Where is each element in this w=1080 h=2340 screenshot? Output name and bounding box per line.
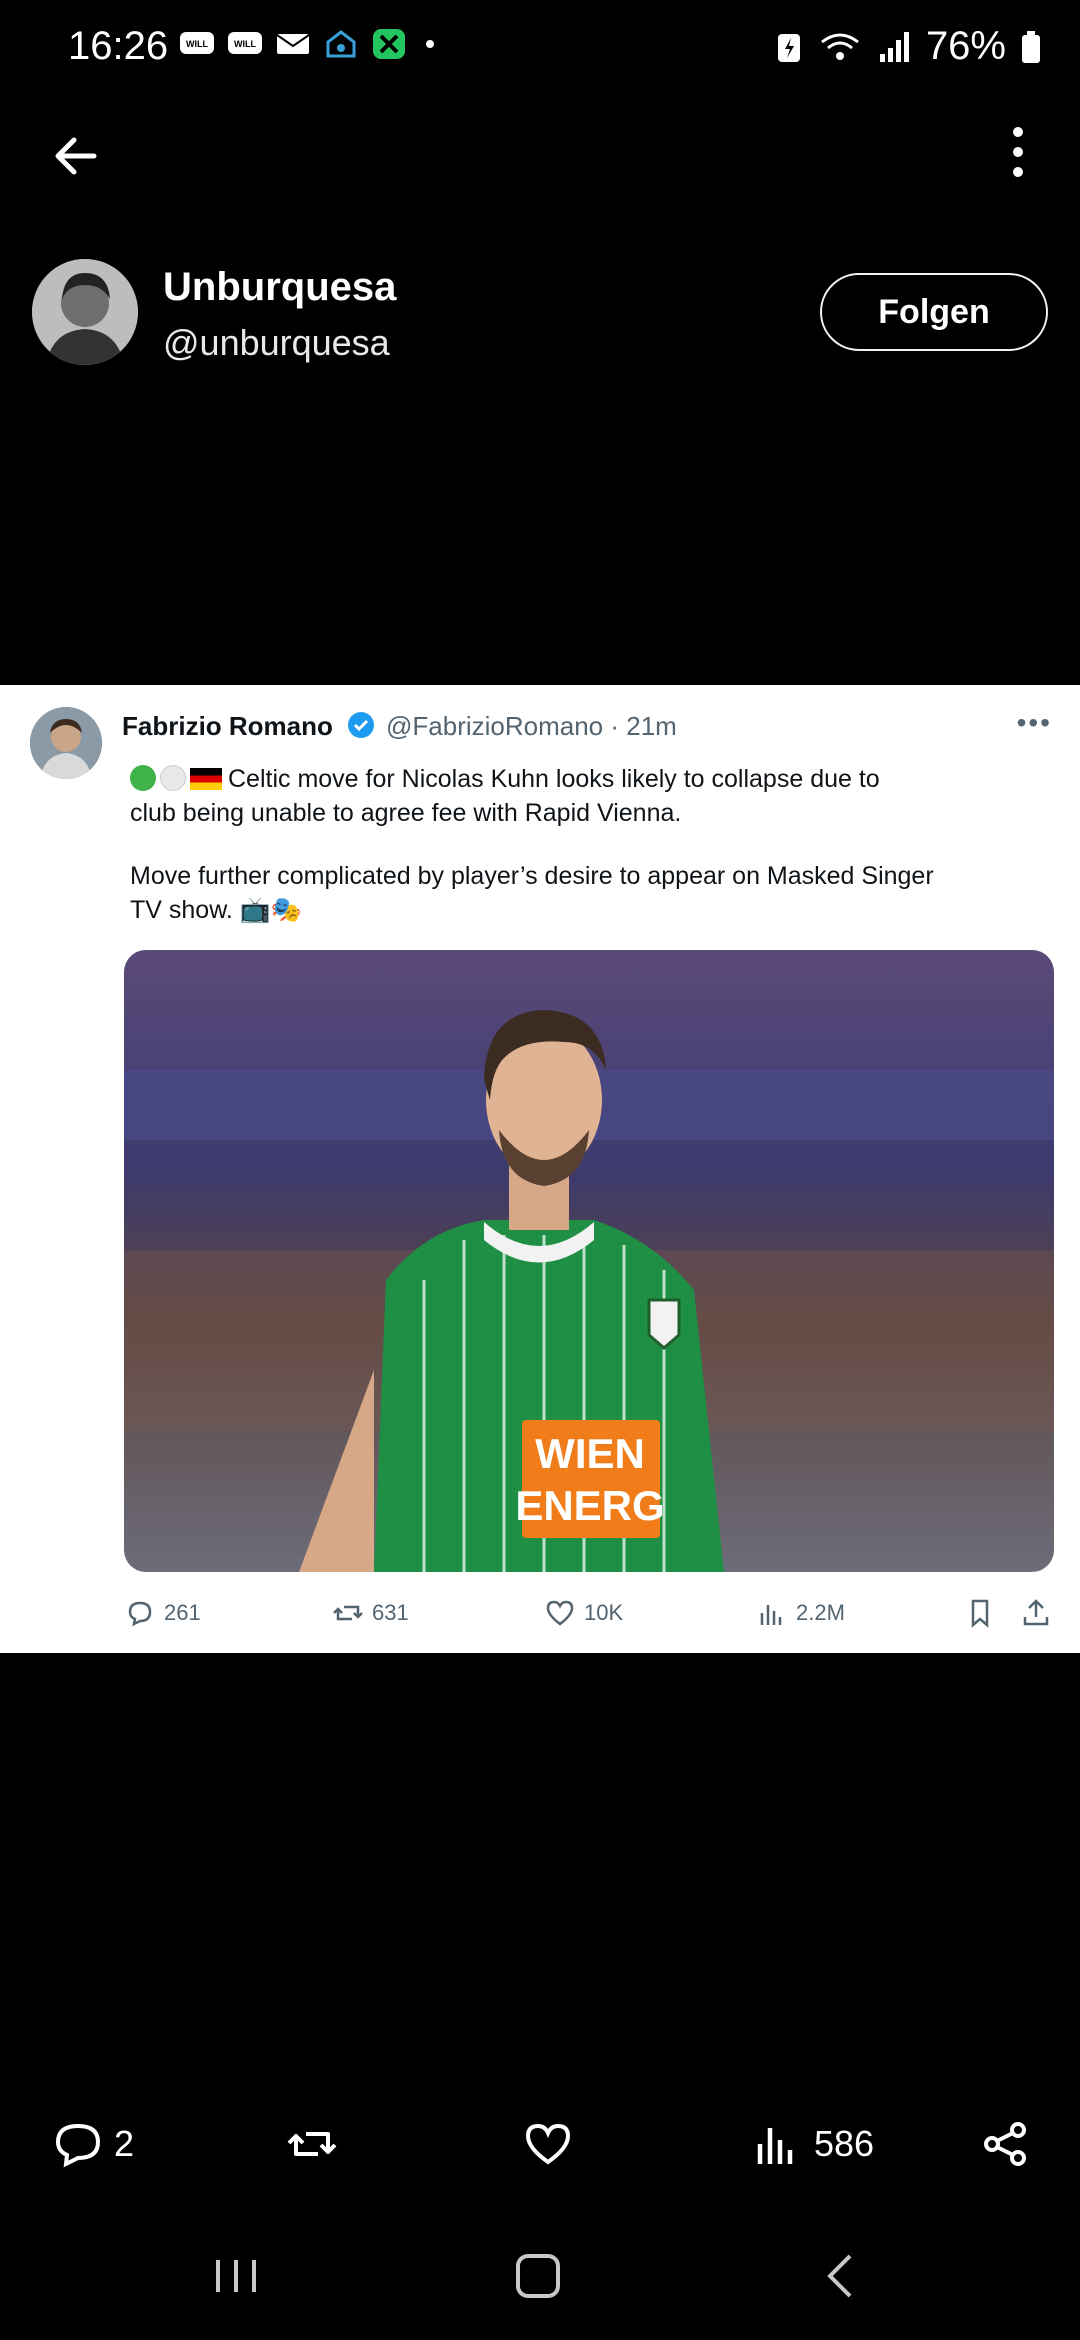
- avatar-image: [32, 259, 138, 365]
- home-app-icon: [326, 30, 356, 58]
- reply-icon: [55, 2123, 101, 2168]
- quoted-avatar: [30, 707, 102, 779]
- germany-flag-icon: [190, 768, 222, 790]
- views-count: 586: [814, 2123, 875, 2164]
- wifi-icon: [821, 33, 859, 60]
- back-arrow-icon[interactable]: [44, 124, 108, 188]
- quoted-avatar-image: [30, 707, 102, 779]
- x-app-icon: [373, 29, 405, 59]
- svg-text:WILL: WILL: [186, 39, 208, 49]
- jersey-sponsor-line-2: ENERG: [515, 1482, 664, 1529]
- quoted-more-icon: •••: [1016, 707, 1052, 738]
- like-button[interactable]: [522, 2118, 574, 2170]
- verified-badge-icon: [348, 712, 374, 738]
- will-app-icon: WILL: [228, 32, 262, 54]
- quoted-text-line-4: TV show. 📺🎭: [130, 896, 303, 924]
- status-time: 16:26: [68, 24, 169, 68]
- retweet-icon: [333, 1605, 363, 1621]
- follow-button[interactable]: Folgen: [820, 273, 1048, 351]
- tweet-screenshot-card[interactable]: Fabrizio Romano @FabrizioRomano · 21m ••…: [0, 685, 1080, 1653]
- home-icon[interactable]: [508, 2248, 568, 2304]
- quoted-retweet-stat: 631: [332, 1597, 409, 1629]
- dot-icon: [426, 40, 434, 48]
- reply-button[interactable]: 2: [52, 2118, 134, 2170]
- share-upload-icon: [1023, 1599, 1049, 1626]
- retweet-button[interactable]: [286, 2118, 338, 2170]
- quoted-author-handle-time: @FabrizioRomano · 21m: [386, 711, 677, 741]
- green-circle-icon: [130, 765, 156, 791]
- more-options-icon[interactable]: [986, 120, 1050, 184]
- user-handle[interactable]: @unburquesa: [163, 322, 390, 364]
- reply-count: 2: [114, 2123, 135, 2164]
- quoted-stats-bar: 261 631 10K 2.2M: [124, 1597, 1064, 1637]
- back-nav-icon[interactable]: [812, 2248, 872, 2304]
- bookmark-icon: [971, 1599, 989, 1628]
- recent-apps-icon[interactable]: [206, 2248, 266, 2304]
- display-name[interactable]: Unburquesa: [163, 265, 396, 310]
- quoted-author-name: Fabrizio Romano: [122, 711, 333, 741]
- battery-saver-icon: [777, 33, 800, 62]
- reply-icon: [128, 1601, 152, 1627]
- quoted-text-line-2: club being unable to agree fee with Rapi…: [130, 799, 682, 827]
- heart-icon: [546, 1600, 574, 1626]
- quoted-views-stat: 2.2M: [756, 1597, 845, 1629]
- share-icon: [984, 2122, 1026, 2166]
- share-button[interactable]: [980, 2118, 1032, 2170]
- views-icon: [757, 2128, 793, 2164]
- quoted-like-stat: 10K: [544, 1597, 623, 1629]
- views-icon: [760, 1605, 782, 1625]
- quoted-bookmark: [964, 1597, 996, 1629]
- quoted-text-line-1: Celtic move for Nicolas Kuhn looks likel…: [130, 762, 1030, 796]
- battery-icon: [1022, 30, 1040, 63]
- white-circle-icon: [160, 765, 186, 791]
- tweet-photo[interactable]: WIEN ENERG: [124, 950, 1054, 1572]
- signal-icon: [879, 31, 909, 62]
- notification-icons: WILL WILL: [178, 28, 456, 60]
- player-photo: WIEN ENERG: [124, 950, 1054, 1572]
- quoted-text-line-3: Move further complicated by player’s des…: [130, 862, 934, 890]
- battery-percentage: 76%: [925, 24, 1006, 68]
- retweet-icon: [287, 2132, 337, 2156]
- avatar[interactable]: [32, 259, 138, 365]
- status-right: 76%: [774, 24, 1042, 69]
- heart-icon: [525, 2123, 571, 2165]
- jersey-sponsor-line-1: WIEN: [535, 1430, 645, 1477]
- svg-text:WILL: WILL: [234, 39, 256, 49]
- will-app-icon: WILL: [180, 32, 214, 54]
- mail-icon: [276, 34, 310, 54]
- quoted-reply-stat: 261: [124, 1597, 201, 1629]
- views-button[interactable]: 586: [752, 2118, 874, 2170]
- quoted-share: [1020, 1597, 1052, 1629]
